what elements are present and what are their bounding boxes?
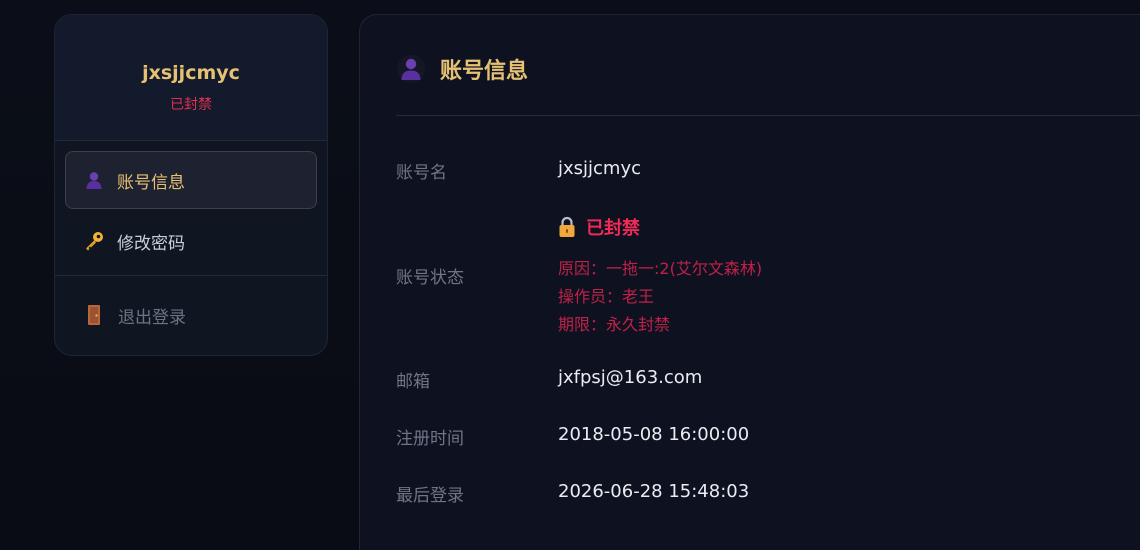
sidebar-item-label: 修改密码: [117, 233, 185, 254]
account-status-label: 账号状态: [396, 268, 464, 288]
email-value: jxfpsj@163.com: [558, 367, 703, 388]
sidebar-item-change-password[interactable]: 修改密码: [65, 213, 317, 269]
page: jxsjjcmyc 已封禁 账号信息 修改密码 退出登录 账号信息 账号名 jx…: [0, 0, 1140, 550]
register-time-label: 注册时间: [396, 429, 464, 449]
door-icon: [83, 304, 105, 326]
page-title: 账号信息: [440, 59, 529, 84]
logout-button[interactable]: 退出登录: [55, 276, 327, 354]
lock-icon: [558, 216, 576, 238]
profile-username: jxsjjcmyc: [142, 62, 240, 84]
email-label: 邮箱: [396, 372, 430, 392]
key-icon: [83, 230, 105, 252]
logout-label: 退出登录: [118, 307, 186, 328]
sidebar: jxsjjcmyc 已封禁 账号信息 修改密码 退出登录: [54, 14, 328, 356]
user-icon: [83, 169, 105, 191]
user-icon: [396, 54, 426, 84]
sidebar-nav: 账号信息 修改密码: [55, 141, 327, 269]
ban-status-text: 已封禁: [586, 218, 640, 239]
ban-status: 已封禁: [558, 214, 640, 240]
account-info-panel: 账号信息 账号名 jxsjjcmyc 账号状态 已封禁 原因：一拖一:2(艾尔文…: [359, 14, 1140, 550]
sidebar-item-label: 账号信息: [117, 172, 185, 193]
last-login-label: 最后登录: [396, 486, 464, 506]
header-divider: [396, 115, 1140, 116]
profile-card: jxsjjcmyc 已封禁: [55, 15, 327, 141]
register-time-value: 2018-05-08 16:00:00: [558, 424, 750, 445]
account-name-value: jxsjjcmyc: [558, 158, 642, 179]
profile-status-badge: 已封禁: [170, 97, 212, 113]
sidebar-item-account-info[interactable]: 账号信息: [65, 151, 317, 209]
account-name-label: 账号名: [396, 163, 447, 183]
panel-header: 账号信息: [396, 53, 528, 85]
ban-reason: 原因：一拖一:2(艾尔文森林): [558, 259, 763, 278]
ban-operator: 操作员：老王: [558, 287, 655, 306]
last-login-value: 2026-06-28 15:48:03: [558, 481, 750, 502]
ban-period: 期限：永久封禁: [558, 315, 671, 334]
